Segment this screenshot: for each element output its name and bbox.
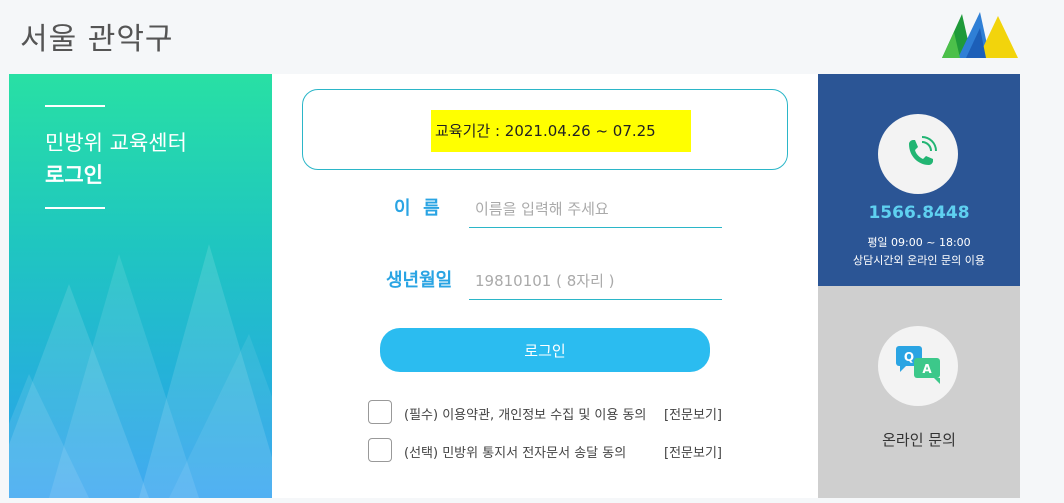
svg-text:A: A xyxy=(922,362,932,376)
agree-optional-checkbox[interactable] xyxy=(368,438,392,462)
agreement-row-optional: (선택) 민방위 통지서 전자문서 송달 동의 [전문보기] xyxy=(368,438,728,464)
agree-required-checkbox[interactable] xyxy=(368,400,392,424)
login-heading: 로그인 xyxy=(45,163,103,187)
divider-bottom xyxy=(45,207,105,209)
name-label: 이 름 xyxy=(394,198,440,219)
district-logo-icon xyxy=(942,12,1018,58)
phone-number: 1566.8448 xyxy=(868,203,970,223)
online-inquiry-label: 온라인 문의 xyxy=(882,431,956,449)
login-button[interactable]: 로그인 xyxy=(380,328,710,372)
name-input[interactable] xyxy=(469,190,722,228)
login-form: 교육기간 : 2021.04.26 ~ 07.25 이 름 생년월일 로그인 (… xyxy=(272,74,818,498)
svg-text:Q: Q xyxy=(904,350,914,364)
site-title: 서울 관악구 xyxy=(20,22,174,57)
agree-optional-text: (선택) 민방위 통지서 전자문서 송달 동의 xyxy=(404,446,627,461)
center-title: 민방위 교육센터 xyxy=(45,131,187,155)
business-hours: 평일 09:00 ~ 18:00 xyxy=(867,236,971,249)
birthdate-input[interactable] xyxy=(469,262,722,300)
education-period: 교육기간 : 2021.04.26 ~ 07.25 xyxy=(431,110,691,152)
phone-icon xyxy=(878,114,958,194)
left-banner: 민방위 교육센터 로그인 xyxy=(9,74,272,498)
agree-required-text: (필수) 이용약관, 개인정보 수집 및 이용 동의 xyxy=(404,408,647,423)
after-hours-note: 상담시간외 온라인 문의 이용 xyxy=(853,254,985,267)
header: 서울 관악구 xyxy=(0,0,1064,74)
period-box: 교육기간 : 2021.04.26 ~ 07.25 xyxy=(302,89,788,170)
birth-label: 생년월일 xyxy=(386,270,453,291)
divider-top xyxy=(45,105,105,107)
contact-panel: 1566.8448 평일 09:00 ~ 18:00 상담시간외 온라인 문의 … xyxy=(818,74,1020,286)
online-inquiry-button[interactable]: Q A 온라인 문의 xyxy=(818,286,1020,498)
view-terms-link[interactable]: [전문보기] xyxy=(664,404,722,423)
view-notice-link[interactable]: [전문보기] xyxy=(664,442,722,461)
qa-chat-icon: Q A xyxy=(878,326,958,406)
agreement-row-required: (필수) 이용약관, 개인정보 수집 및 이용 동의 [전문보기] xyxy=(368,400,728,426)
